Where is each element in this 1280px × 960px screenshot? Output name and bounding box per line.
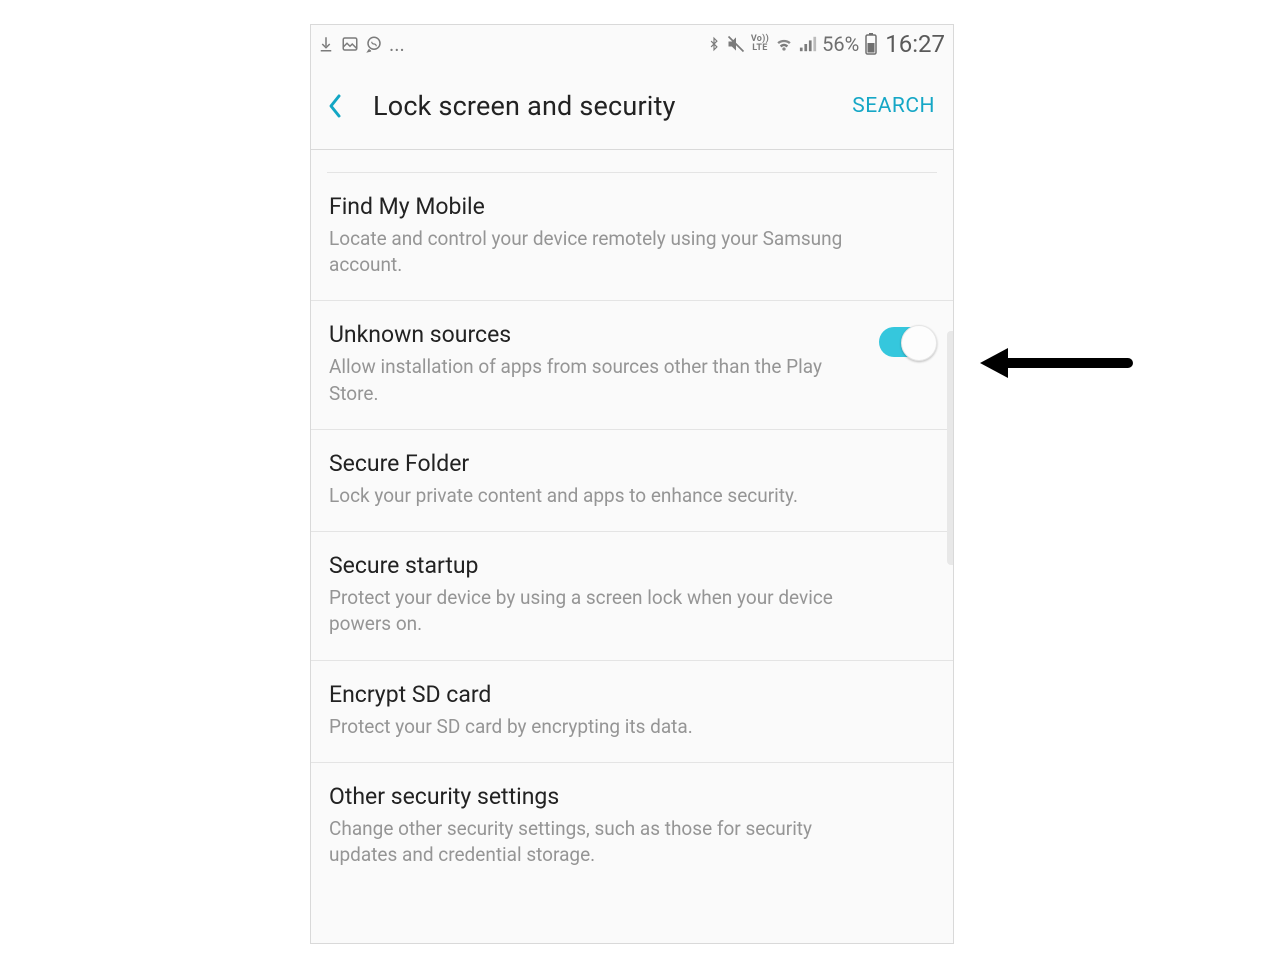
back-button[interactable] [327, 93, 359, 119]
battery-icon [864, 33, 878, 55]
status-bar: ... Vo))LTE [311, 25, 953, 63]
scrollbar[interactable] [947, 331, 953, 565]
item-title: Encrypt SD card [329, 681, 935, 708]
list-item-unknown-sources[interactable]: Unknown sources Allow installation of ap… [311, 301, 953, 429]
search-button[interactable]: SEARCH [852, 94, 935, 118]
status-time: 16:27 [885, 30, 945, 58]
settings-list: Find My Mobile Locate and control your d… [311, 150, 953, 890]
list-item-encrypt-sd-card[interactable]: Encrypt SD card Protect your SD card by … [311, 661, 953, 763]
item-subtitle: Protect your SD card by encrypting its d… [329, 714, 859, 740]
bluetooth-icon [707, 34, 721, 54]
volte-icon: Vo))LTE [751, 35, 769, 53]
list-item-secure-startup[interactable]: Secure startup Protect your device by us… [311, 532, 953, 660]
whatsapp-icon [365, 35, 383, 53]
item-title: Secure startup [329, 552, 935, 579]
battery-percent: 56% [822, 32, 859, 56]
status-left: ... [317, 32, 405, 56]
list-item-secure-folder[interactable]: Secure Folder Lock your private content … [311, 430, 953, 532]
spacer [327, 150, 937, 173]
toggle-knob [901, 325, 937, 361]
page-title: Lock screen and security [373, 90, 852, 122]
item-subtitle: Lock your private content and apps to en… [329, 483, 859, 509]
phone-frame: ... Vo))LTE [310, 24, 954, 944]
status-right: Vo))LTE 56% [707, 30, 945, 58]
list-item-other-security[interactable]: Other security settings Change other sec… [311, 763, 953, 890]
item-title: Other security settings [329, 783, 935, 810]
list-item-find-my-mobile[interactable]: Find My Mobile Locate and control your d… [311, 173, 953, 301]
unknown-sources-toggle[interactable] [879, 327, 935, 357]
status-ellipsis: ... [389, 32, 405, 56]
signal-icon [799, 35, 817, 53]
item-subtitle: Protect your device by using a screen lo… [329, 585, 859, 637]
item-subtitle: Change other security settings, such as … [329, 816, 859, 868]
mute-icon [726, 34, 746, 54]
item-title: Unknown sources [329, 321, 861, 348]
item-subtitle: Allow installation of apps from sources … [329, 354, 859, 406]
annotation-arrow-icon [978, 338, 1138, 392]
header: Lock screen and security SEARCH [311, 63, 953, 150]
download-icon [317, 35, 335, 53]
wifi-icon [774, 34, 794, 54]
item-title: Find My Mobile [329, 193, 935, 220]
item-subtitle: Locate and control your device remotely … [329, 226, 859, 278]
item-title: Secure Folder [329, 450, 935, 477]
image-icon [341, 35, 359, 53]
